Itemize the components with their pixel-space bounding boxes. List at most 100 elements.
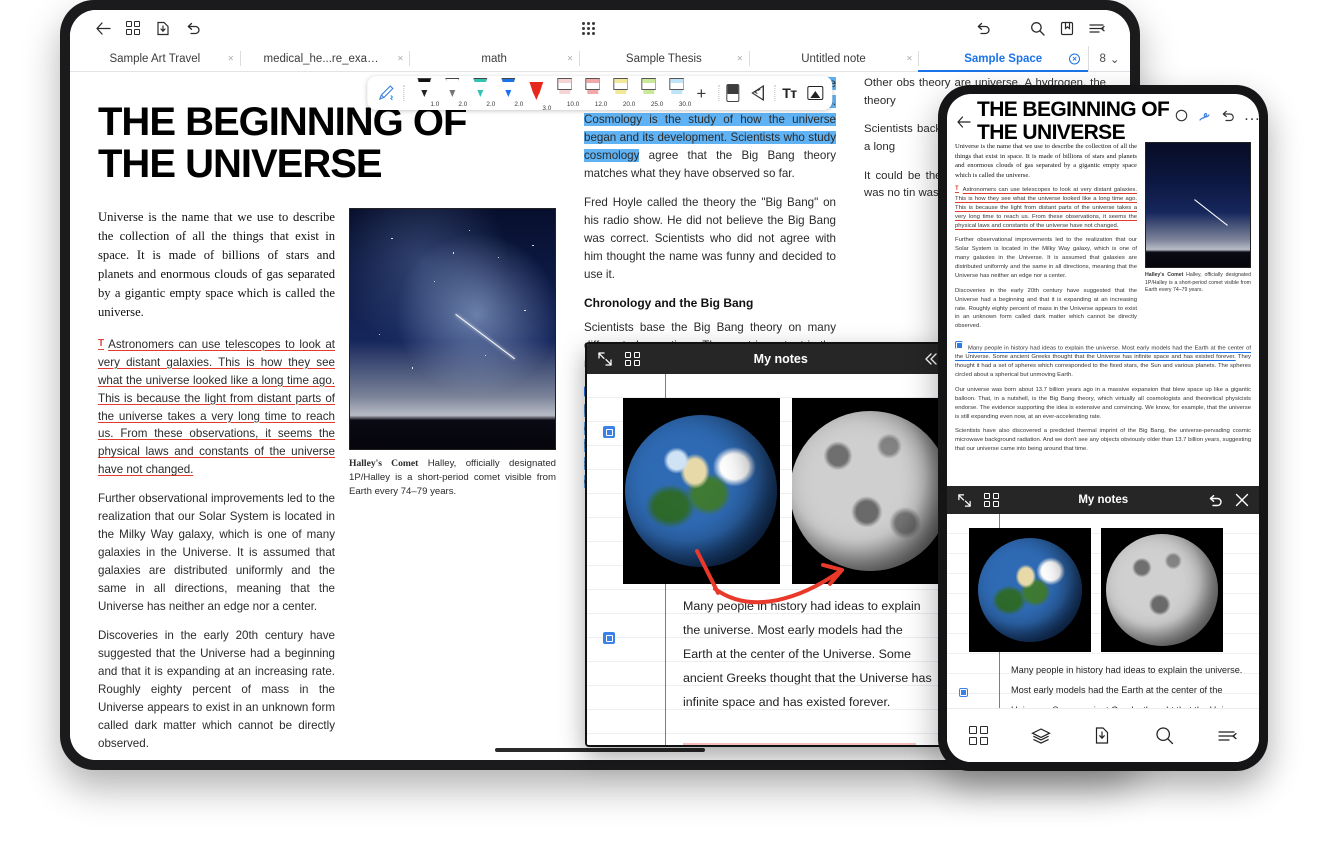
- phone-paragraph-further: Further observational improvements led t…: [955, 237, 1137, 279]
- phone-note-tag-icon[interactable]: [959, 688, 968, 697]
- back-arrow-icon[interactable]: [957, 116, 971, 128]
- list-menu-icon[interactable]: [1082, 15, 1112, 41]
- text-annotation-marker-red[interactable]: T: [955, 186, 959, 194]
- phone-galaxy-image: [1145, 142, 1251, 268]
- text-annotation-marker-red[interactable]: T: [98, 338, 105, 350]
- tab-count-value: 8: [1099, 52, 1106, 65]
- add-pen-button[interactable]: +: [691, 85, 711, 102]
- pen-tool-2[interactable]: 2.0: [439, 78, 468, 108]
- highlighter-tool-4[interactable]: 25.0: [635, 78, 664, 108]
- phone-notes-title: My notes: [1078, 494, 1129, 506]
- highlighter-size-label: 25.0: [650, 101, 664, 108]
- notes-panel-body[interactable]: Many people in history had ideas to expl…: [587, 374, 948, 745]
- paragraph-further: Further observational improvements led t…: [98, 492, 335, 614]
- tab-close-icon[interactable]: ×: [398, 53, 404, 64]
- highlighter-size-label: 30.0: [678, 101, 692, 108]
- eraser-icon[interactable]: [726, 84, 740, 102]
- notes-highlighted-text: They thought it had a set of spheres whi…: [683, 743, 927, 745]
- highlighter-size-label: 10.0: [566, 101, 580, 108]
- lasso-icon[interactable]: [749, 84, 767, 102]
- tab-close-icon[interactable]: ×: [228, 53, 234, 64]
- pen-tool-5-selected[interactable]: 3.0: [523, 81, 551, 112]
- more-options-icon[interactable]: ...: [1244, 108, 1259, 123]
- circle-icon[interactable]: [1175, 109, 1188, 122]
- home-indicator: [495, 748, 705, 752]
- moon-image[interactable]: [791, 398, 948, 584]
- tab-close-icon[interactable]: ×: [1069, 53, 1081, 64]
- chevron-down-icon: ⌄: [1109, 53, 1120, 66]
- tab-sample-art-travel[interactable]: Sample Art Travel ×: [70, 46, 240, 71]
- phone-title-line1: THE BEGINNING OF: [977, 98, 1170, 122]
- undo-icon[interactable]: [1208, 494, 1223, 507]
- phone-moon-image[interactable]: [1101, 528, 1223, 652]
- tab-medical-example[interactable]: medical_he...re_example ×: [239, 46, 410, 71]
- export-icon[interactable]: [148, 15, 178, 41]
- tab-untitled-note[interactable]: Untitled note ×: [748, 46, 919, 71]
- tab-close-icon[interactable]: ×: [907, 53, 913, 64]
- grid-icon[interactable]: [625, 351, 640, 367]
- page-title: THE BEGINNING OF THE UNIVERSE: [98, 101, 556, 186]
- grid-icon[interactable]: [984, 492, 999, 508]
- pen-size-label: 2.0: [458, 101, 468, 108]
- notes-image-row: [587, 374, 948, 584]
- bookmark-icon[interactable]: [1052, 15, 1082, 41]
- phone-earth-image[interactable]: [969, 528, 1091, 652]
- text-tool-button[interactable]: Tт: [782, 85, 797, 101]
- highlighter-tool-3[interactable]: 20.0: [607, 78, 635, 108]
- phone-paragraph-blue: Many people in history had ideas to expl…: [955, 341, 1251, 380]
- pen-toolbar: 1.0 2.0 2.0 2.0 3.0 10.0 12.0 20.0 25.0 …: [367, 76, 833, 112]
- close-icon[interactable]: [1235, 493, 1249, 507]
- phone-screen: THE BEGINNING OF THE UNIVERSE ... Univer…: [947, 94, 1259, 762]
- tab-math[interactable]: math ×: [409, 46, 579, 71]
- pen-tool-4[interactable]: 2.0: [495, 78, 523, 108]
- tab-sample-space[interactable]: Sample Space ×: [918, 46, 1088, 72]
- undo-icon[interactable]: [1221, 110, 1235, 122]
- pencil-icon[interactable]: [376, 83, 396, 103]
- highlighter-tool-5[interactable]: 30.0: [663, 78, 692, 108]
- comet-streak: [455, 313, 516, 360]
- pen-tool-3[interactable]: 2.0: [467, 78, 495, 108]
- notes-panel-title: My notes: [753, 352, 808, 366]
- phone-notes-body[interactable]: Many people in history had ideas to expl…: [947, 514, 1259, 708]
- highlighter-tool-2[interactable]: 12.0: [579, 78, 607, 108]
- tab-close-icon[interactable]: ×: [567, 53, 573, 64]
- highlighter-tool-1[interactable]: 10.0: [551, 78, 580, 108]
- redo-icon[interactable]: [968, 15, 998, 41]
- resize-diagonal-icon[interactable]: [597, 351, 613, 367]
- pen-tool-1[interactable]: 1.0: [411, 78, 439, 108]
- pen-icon[interactable]: [1197, 108, 1212, 123]
- phone-notes-paragraph-1: Many people in history had ideas to expl…: [1011, 665, 1246, 708]
- note-tag-icon-2[interactable]: [603, 632, 615, 644]
- export-icon[interactable]: [1094, 726, 1111, 745]
- resize-diagonal-icon[interactable]: [957, 493, 972, 508]
- phone-notes-panel: My notes Many people in history had idea…: [947, 486, 1259, 762]
- tab-label: medical_he...re_example: [263, 52, 386, 65]
- back-arrow-icon[interactable]: [88, 15, 118, 41]
- galaxy-figure: Halley's Comet Halley, officially design…: [349, 207, 556, 499]
- tab-close-icon[interactable]: ×: [737, 53, 743, 64]
- paragraph-hoyle: Fred Hoyle called the theory the "Big Ba…: [584, 195, 836, 281]
- undo-icon[interactable]: [178, 15, 208, 41]
- search-icon[interactable]: [1155, 726, 1174, 745]
- tab-count-dropdown[interactable]: 8 ⌄: [1088, 46, 1130, 71]
- tab-bar: Sample Art Travel × medical_he...re_exam…: [70, 46, 1130, 72]
- phone-header: THE BEGINNING OF THE UNIVERSE ...: [947, 94, 1259, 150]
- layers-icon[interactable]: [1031, 727, 1051, 745]
- phone-paragraph-discoveries: Discoveries in the early 20th century ha…: [955, 287, 1137, 330]
- phone-paragraph-cmb: Scientists have also discovered a predic…: [955, 428, 1251, 453]
- phone-bottom-toolbar: [947, 708, 1259, 762]
- image-icon[interactable]: [807, 86, 824, 100]
- note-tag-icon[interactable]: [603, 426, 615, 438]
- earth-image[interactable]: [623, 398, 780, 584]
- notes-panel-text: Many people in history had ideas to expl…: [587, 584, 948, 745]
- collapse-left-icon[interactable]: [922, 351, 938, 367]
- list-menu-icon[interactable]: [1217, 728, 1237, 744]
- grid-icon[interactable]: [968, 726, 988, 745]
- tab-sample-thesis[interactable]: Sample Thesis ×: [579, 46, 749, 71]
- search-icon[interactable]: [1022, 15, 1052, 41]
- text-annotation-marker-blue[interactable]: [955, 341, 963, 350]
- drag-dots-icon[interactable]: [581, 21, 595, 35]
- paragraph-discoveries: Discoveries in the early 20th century ha…: [98, 629, 335, 750]
- phone-paragraph-bigbang: Our universe was born about 13.7 billion…: [955, 387, 1251, 420]
- grid-icon[interactable]: [118, 15, 148, 41]
